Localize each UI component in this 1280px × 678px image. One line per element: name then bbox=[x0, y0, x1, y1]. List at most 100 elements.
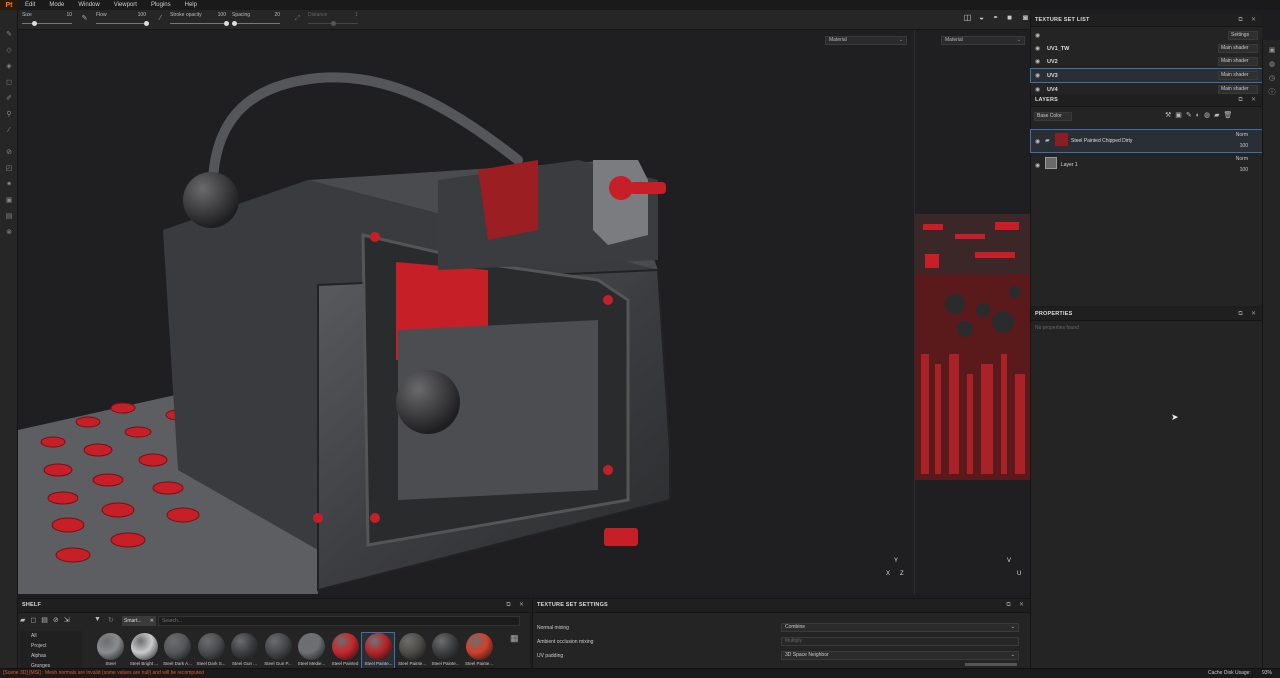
material-item[interactable]: Steel Medie... bbox=[295, 633, 327, 669]
shader-select[interactable]: Main shader bbox=[1218, 71, 1258, 80]
settings-icon[interactable]: ⊗ bbox=[4, 228, 14, 238]
display-settings-icon[interactable]: ◓ bbox=[990, 12, 1001, 23]
spacing-knob[interactable] bbox=[231, 21, 237, 26]
normal-mixing-select[interactable]: Combine ⌄ bbox=[781, 623, 1019, 632]
material-item[interactable]: Steel Painte... bbox=[429, 633, 461, 669]
close-icon[interactable]: ✕ bbox=[1250, 311, 1257, 318]
tss-scrollbar[interactable] bbox=[965, 663, 1017, 666]
material-item[interactable]: Steel Bright ... bbox=[128, 633, 160, 669]
menu-viewport[interactable]: Viewport bbox=[107, 2, 144, 8]
menu-edit[interactable]: Edit bbox=[18, 2, 42, 8]
clone-stamp-icon[interactable]: ⚲ bbox=[4, 110, 14, 120]
display-icon[interactable]: ◍ bbox=[1267, 60, 1277, 70]
undock-icon[interactable]: ⧉ bbox=[1005, 602, 1012, 609]
smudge-icon[interactable]: ✐ bbox=[4, 94, 14, 104]
history-icon[interactable]: ◷ bbox=[1267, 74, 1277, 84]
flow-pen-icon[interactable]: ⁄ bbox=[156, 14, 165, 23]
app-logo[interactable]: Pt bbox=[0, 0, 18, 10]
add-generator-icon[interactable]: ◍ bbox=[1204, 112, 1214, 119]
undock-icon[interactable]: ⧉ bbox=[1237, 97, 1244, 104]
close-icon[interactable]: ✕ bbox=[1250, 97, 1257, 104]
texture-set-row[interactable]: ◉ UV1_TW Main shader bbox=[1031, 42, 1262, 55]
viewport-3d-mode-select[interactable]: Material ⌄ bbox=[825, 36, 907, 45]
stroke-opacity-knob[interactable] bbox=[223, 21, 229, 26]
undock-icon[interactable]: ⧉ bbox=[1237, 17, 1244, 24]
material-item[interactable]: Steel Painte... bbox=[396, 633, 428, 669]
shader-select[interactable]: Main shader bbox=[1218, 44, 1258, 53]
layer-blend-mode[interactable]: Norm bbox=[1236, 132, 1248, 138]
grid-size-icon[interactable]: ▦ bbox=[510, 633, 519, 644]
flow-slider[interactable]: Flow 100 bbox=[96, 11, 149, 29]
log-icon[interactable]: ⓘ bbox=[1267, 88, 1277, 98]
material-item[interactable]: Steel bbox=[94, 633, 126, 669]
spacing-slider[interactable]: Spacing 20 bbox=[231, 11, 280, 29]
size-knob[interactable] bbox=[32, 21, 37, 26]
eye-icon[interactable]: ◉ bbox=[1035, 86, 1040, 93]
close-icon[interactable]: ✕ bbox=[1250, 17, 1257, 24]
size-slider[interactable]: Size 10 bbox=[22, 11, 72, 29]
layer-blend-mode[interactable]: Norm bbox=[1236, 156, 1248, 162]
menu-help[interactable]: Help bbox=[178, 2, 204, 8]
layer-row[interactable]: ◉ Layer 1 Norm 100 bbox=[1031, 154, 1262, 176]
layer-row-selected[interactable]: ◉ ▰ Steel Painted Chipped Dirty Norm 100 bbox=[1030, 129, 1263, 153]
viewport-3d[interactable]: Material ⌄ Y Z X bbox=[18, 30, 914, 594]
menu-plugins[interactable]: Plugins bbox=[144, 2, 178, 8]
eye-icon[interactable]: ◉ bbox=[1035, 58, 1040, 65]
environment-icon[interactable]: ◒ bbox=[976, 12, 987, 23]
visibility-icon[interactable]: ◉ bbox=[1035, 32, 1040, 39]
uv-padding-select[interactable]: 3D Space Neighbor ⌄ bbox=[781, 651, 1019, 660]
document-icon[interactable]: ▤ bbox=[4, 212, 14, 222]
particle-icon[interactable]: ✷ bbox=[4, 180, 14, 190]
color-picker-icon[interactable]: ⁄ bbox=[4, 126, 14, 136]
texture-set-row[interactable]: ◉ UV4 Main shader bbox=[1031, 83, 1262, 94]
menu-mode[interactable]: Mode bbox=[42, 2, 71, 8]
size-value[interactable]: 10 bbox=[66, 12, 72, 18]
distance-value[interactable]: 1 bbox=[355, 12, 358, 18]
eye-icon[interactable]: ◉ bbox=[1035, 162, 1040, 169]
add-effect-icon[interactable]: ⚒ bbox=[1165, 112, 1175, 119]
split-view-icon[interactable]: ◫ bbox=[962, 12, 973, 23]
add-paint-layer-icon[interactable]: ✎ bbox=[1186, 112, 1196, 119]
eraser-icon[interactable]: ◇ bbox=[4, 46, 14, 56]
distance-knob[interactable] bbox=[330, 21, 336, 26]
close-icon[interactable]: ✕ bbox=[1018, 602, 1025, 609]
polygon-fill-icon[interactable]: ⊘ bbox=[4, 148, 14, 158]
material-item[interactable]: Steel Painte... bbox=[463, 633, 495, 669]
material-item[interactable]: Steel Painted bbox=[329, 633, 361, 669]
viewport-2d-mode-select[interactable]: Material ⌄ bbox=[941, 36, 1025, 45]
paint-brush-icon[interactable]: ✎ bbox=[4, 30, 14, 40]
menu-window[interactable]: Window bbox=[71, 2, 106, 8]
export-icon[interactable]: ▣ bbox=[4, 196, 14, 206]
flow-knob[interactable] bbox=[143, 21, 149, 26]
texture-set-row-selected[interactable]: ◉ UV3 Main shader bbox=[1030, 68, 1263, 83]
ao-mixing-select[interactable]: Multiply bbox=[781, 637, 1019, 646]
flow-value[interactable]: 100 bbox=[138, 12, 146, 18]
add-mask-icon[interactable]: ◐ bbox=[1196, 112, 1204, 119]
eye-icon[interactable]: ◉ bbox=[1035, 138, 1040, 145]
channel-select[interactable]: Base Color bbox=[1034, 112, 1072, 121]
delete-layer-icon[interactable]: 🗑 bbox=[1224, 112, 1237, 119]
geometry-fill-icon[interactable]: ◻ bbox=[4, 78, 14, 88]
material-item[interactable]: Steel Dark A... bbox=[161, 633, 193, 669]
stroke-opacity-slider[interactable]: Stroke opacity 100 bbox=[170, 11, 229, 29]
stroke-opacity-value[interactable]: 100 bbox=[218, 12, 226, 18]
material-item[interactable]: Steel Dark S... bbox=[195, 633, 227, 669]
camera-icon[interactable]: ■ bbox=[1004, 12, 1015, 23]
bake-icon[interactable]: ◰ bbox=[4, 164, 14, 174]
layer-opacity[interactable]: 100 bbox=[1240, 167, 1248, 173]
lazy-mouse-icon[interactable]: ⤢ bbox=[293, 14, 302, 23]
viewport-2d[interactable]: Material ⌄ V U bbox=[914, 30, 1030, 594]
size-link-icon[interactable]: ✎ bbox=[80, 14, 89, 23]
shader-select[interactable]: Main shader bbox=[1218, 57, 1258, 66]
eye-icon[interactable]: ◉ bbox=[1035, 45, 1040, 52]
material-item[interactable]: Steel Gun ... bbox=[228, 633, 260, 669]
material-item[interactable]: Steel Gun P... bbox=[262, 633, 294, 669]
spacing-value[interactable]: 20 bbox=[274, 12, 280, 18]
texture-set-row[interactable]: ◉ UV2 Main shader bbox=[1031, 55, 1262, 68]
texture-set-settings-button[interactable]: Settings bbox=[1228, 31, 1258, 40]
material-item[interactable]: Steel Painte... bbox=[361, 632, 395, 670]
texture-set-icon[interactable]: ▣ bbox=[1267, 46, 1277, 56]
add-fill-layer-icon[interactable]: ▣ bbox=[1175, 112, 1186, 119]
undock-icon[interactable]: ⧉ bbox=[1237, 311, 1244, 318]
shader-select[interactable]: Main shader bbox=[1218, 85, 1258, 94]
